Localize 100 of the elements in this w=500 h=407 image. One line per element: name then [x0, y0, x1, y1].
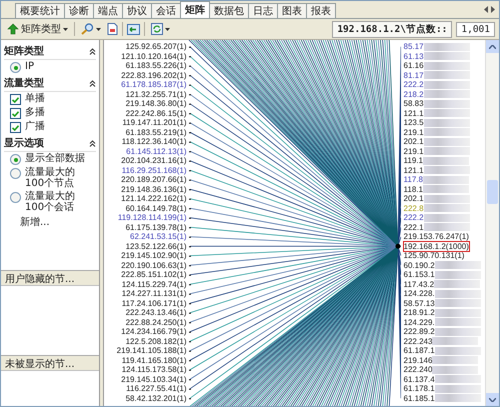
- ip-label: 58.42.132.201(1): [126, 394, 187, 403]
- tab[interactable]: 日志: [248, 3, 278, 18]
- ip-label: 58.57.13: [404, 298, 435, 308]
- option-label: 流量最大的100个节点: [25, 167, 76, 189]
- ip-label: 119.41.165.180(1): [122, 356, 187, 365]
- tab[interactable]: 报表: [306, 3, 336, 18]
- scroll-right-icon[interactable]: [491, 6, 495, 13]
- panel-header[interactable]: 未被显示的节...: [1, 356, 99, 371]
- ip-label: 222.2: [404, 213, 424, 222]
- radio-button[interactable]: [10, 62, 21, 73]
- section-title: 显示选项: [4, 136, 44, 150]
- ip-label: 222.1: [404, 222, 424, 232]
- ip-label: 122.5.208.182(1): [126, 336, 187, 346]
- ip-label: 61.175.139.78(1): [126, 222, 187, 232]
- scroll-down-button[interactable]: [486, 393, 499, 406]
- search-dropdown-button[interactable]: [79, 22, 103, 36]
- ip-label: 61.183.55.219(1): [126, 128, 187, 137]
- collapse-icon[interactable]: [89, 80, 96, 86]
- ip-label: 192.168.1.2(1000): [404, 242, 469, 251]
- ip-label: 222.89.2: [404, 327, 435, 336]
- option-label: 广播: [25, 121, 46, 132]
- ip-label: 124.234.166.79(1): [121, 327, 187, 336]
- ip-label: 218.91.2: [404, 308, 435, 318]
- ip-label: 202.104.231.16(1): [121, 156, 187, 166]
- ip-label: 121.10.120.164(1): [121, 52, 187, 61]
- ip-label: 219.153.76.247(1): [404, 232, 469, 242]
- ip-label: 117.24.106.171(1): [122, 298, 187, 308]
- scrollbar-thumb[interactable]: [487, 180, 498, 204]
- checkbox[interactable]: [10, 94, 21, 105]
- ip-label: 121.14.222.162(1): [121, 194, 187, 204]
- ip-label: 61.137.4: [404, 374, 435, 384]
- ip-label: 124.228.: [404, 289, 435, 298]
- ip-label: 219.1: [404, 146, 424, 156]
- chevron-down-icon: [489, 398, 496, 402]
- checkbox[interactable]: [10, 108, 21, 119]
- ip-label: 62.241.53.15(1): [130, 232, 187, 242]
- ip-label: 61.178.1: [404, 384, 435, 394]
- collapse-icon[interactable]: [89, 48, 96, 54]
- ip-label: 61.187.1: [404, 346, 435, 356]
- ip-label: 222.243: [404, 336, 432, 346]
- radio-button[interactable]: [10, 192, 21, 203]
- document-icon[interactable]: [107, 23, 118, 35]
- ip-label: 124.115.173.58(1): [122, 365, 187, 374]
- refresh-dropdown-button[interactable]: [149, 22, 172, 36]
- tab[interactable]: 诊断: [64, 3, 94, 18]
- ip-label: 125.92.65.207(1): [126, 42, 187, 52]
- section-title: 矩阵类型: [4, 44, 44, 58]
- checkbox[interactable]: [10, 122, 21, 133]
- tab[interactable]: 会话: [151, 3, 181, 18]
- ip-label: 61.185.1: [404, 394, 435, 403]
- option-label: 单播: [25, 93, 46, 104]
- ip-label: 222.85.151.102(1): [121, 270, 187, 280]
- ip-label: 121.1: [404, 108, 424, 118]
- ip-label: 116.227.55.41(1): [126, 384, 187, 394]
- ip-label: 222.2: [404, 80, 424, 90]
- caret-icon: [96, 28, 101, 30]
- ip-label: 220.189.207.66(1): [121, 175, 187, 184]
- ip-label: 121.1: [404, 166, 424, 175]
- tab[interactable]: 协议: [122, 3, 152, 18]
- radio-button[interactable]: [10, 154, 21, 165]
- scroll-up-button[interactable]: [486, 40, 499, 53]
- option-label: 流量最大的100个会话: [25, 191, 76, 213]
- ip-label: 61.16: [404, 61, 424, 70]
- option-label: 显示全部数据: [25, 153, 86, 164]
- panel-header[interactable]: 用户隐藏的节...: [1, 271, 99, 286]
- ip-label: 124.115.229.74(1): [122, 280, 187, 289]
- ip-label: 124.229.: [404, 318, 435, 327]
- ip-label: 219.148.36.136(1): [121, 184, 187, 194]
- add-link[interactable]: 新增...: [20, 214, 50, 230]
- ip-label: 119.147.11.201(1): [122, 118, 187, 128]
- ip-label: 219.1: [404, 128, 424, 137]
- ip-label: 123.5: [404, 118, 424, 128]
- ip-label: 58.83: [404, 99, 424, 108]
- matrix-type-button[interactable]: 矩阵类型: [5, 21, 70, 37]
- ip-label: 125.90.70.131(1): [404, 251, 464, 260]
- tab[interactable]: 数据包: [209, 3, 249, 18]
- radio-button[interactable]: [10, 168, 21, 179]
- ip-label: 121.32.255.71(1): [126, 90, 187, 99]
- option-label: IP: [25, 61, 35, 72]
- ip-label: 116.29.251.168(1): [122, 166, 187, 175]
- scroll-left-icon[interactable]: [484, 6, 488, 13]
- ip-label: 222.243.13.46(1): [126, 308, 187, 318]
- node-count-field: 1,001: [456, 22, 495, 36]
- option-label: 多播: [25, 107, 46, 118]
- collapse-icon[interactable]: [89, 140, 96, 146]
- refresh-icon: [151, 23, 163, 35]
- ip-label: 222.242.86.15(1): [126, 108, 187, 118]
- tab[interactable]: 概要统计: [15, 3, 65, 18]
- ip-label: 61.178.185.187(1): [121, 80, 187, 90]
- ip-label: 124.227.11.131(1): [122, 289, 187, 298]
- tab[interactable]: 矩阵: [180, 1, 210, 18]
- caret-icon: [165, 28, 170, 30]
- tab[interactable]: 图表: [277, 3, 307, 18]
- ip-label: 202.1: [404, 137, 424, 146]
- ip-label: 219.145.103.34(1): [121, 374, 187, 384]
- ip-label: 60.190.2: [404, 260, 435, 270]
- up-arrow-icon: [7, 23, 19, 35]
- ip-label: 220.190.106.63(1): [121, 260, 187, 270]
- chevron-up-icon: [489, 44, 496, 48]
- tab[interactable]: 端点: [93, 3, 123, 18]
